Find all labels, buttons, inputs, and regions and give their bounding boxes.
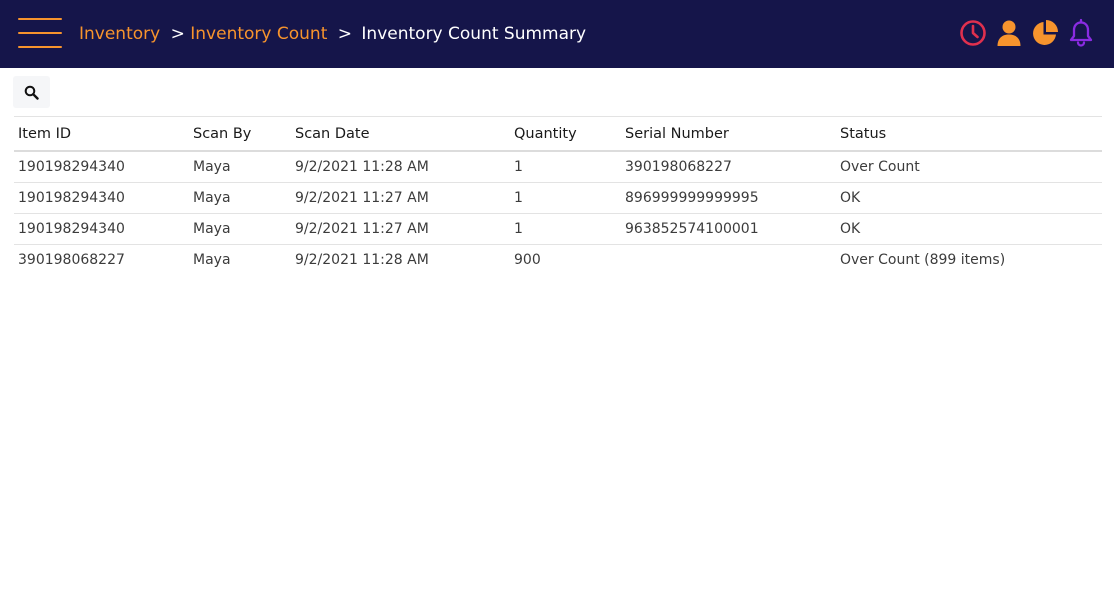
column-header-scan-by[interactable]: Scan By [189, 116, 291, 152]
table-row[interactable]: 190198294340 Maya 9/2/2021 11:27 AM 1 89… [14, 182, 1102, 214]
breadcrumb: Inventory > Inventory Count > Inventory … [79, 22, 586, 46]
breadcrumb-current: Inventory Count Summary [361, 24, 587, 44]
search-button[interactable] [13, 76, 50, 108]
hamburger-menu-icon[interactable] [18, 17, 62, 49]
inventory-count-summary-table: Item ID Scan By Scan Date Quantity Seria… [14, 116, 1102, 275]
top-navigation-bar: Inventory > Inventory Count > Inventory … [0, 0, 1114, 68]
cell-status: OK [836, 182, 1102, 214]
cell-status: OK [836, 213, 1102, 245]
cell-quantity: 1 [510, 213, 621, 245]
cell-item-id: 190198294340 [14, 182, 189, 214]
cell-quantity: 1 [510, 182, 621, 214]
cell-serial-number: 390198068227 [621, 151, 836, 183]
cell-status: Over Count [836, 151, 1102, 183]
breadcrumb-link-inventory-count[interactable]: Inventory Count [190, 24, 327, 44]
cell-scan-by: Maya [189, 213, 291, 245]
column-header-quantity[interactable]: Quantity [510, 116, 621, 152]
cell-quantity: 1 [510, 151, 621, 183]
cell-item-id: 190198294340 [14, 213, 189, 245]
cell-quantity: 900 [514, 252, 541, 268]
hamburger-line [18, 32, 62, 34]
breadcrumb-separator: > [337, 24, 353, 44]
cell-scan-date: 9/2/2021 11:27 AM [291, 213, 510, 245]
table-row[interactable]: 190198294340 Maya 9/2/2021 11:27 AM 1 96… [14, 213, 1102, 245]
clock-icon[interactable] [958, 18, 988, 48]
cell-item-id: 390198068227 [18, 252, 125, 268]
cell-serial-number: 963852574100001 [621, 213, 836, 245]
cell-scan-by: Maya [189, 151, 291, 183]
cell-scan-date: 9/2/2021 11:28 AM [291, 151, 510, 183]
search-icon [24, 85, 39, 100]
bell-icon[interactable] [1066, 18, 1096, 48]
cell-serial-number [621, 245, 836, 276]
hamburger-line [18, 18, 62, 20]
user-icon[interactable] [994, 18, 1024, 48]
cell-item-id: 190198294340 [14, 151, 189, 183]
breadcrumb-separator: > [170, 24, 185, 44]
table-row[interactable]: 390198068227 Maya 9/2/2021 11:28 AM 900 … [14, 245, 1102, 276]
cell-scan-date: 9/2/2021 11:27 AM [291, 182, 510, 214]
cell-scan-by: Maya [193, 252, 231, 268]
header-icon-group [958, 18, 1098, 50]
cell-serial-number: 896999999999995 [621, 182, 836, 214]
hamburger-line [18, 46, 62, 48]
breadcrumb-link-inventory[interactable]: Inventory [79, 24, 160, 44]
table-row[interactable]: 190198294340 Maya 9/2/2021 11:28 AM 1 39… [14, 151, 1102, 183]
cell-scan-by: Maya [189, 182, 291, 214]
column-header-serial-number[interactable]: Serial Number [621, 116, 836, 152]
cell-scan-date: 9/2/2021 11:28 AM [295, 252, 429, 268]
column-header-item-id[interactable]: Item ID [14, 116, 189, 152]
column-header-status[interactable]: Status [836, 116, 1102, 152]
table-header-row: Item ID Scan By Scan Date Quantity Seria… [14, 116, 1102, 152]
column-header-scan-date[interactable]: Scan Date [291, 116, 510, 152]
pie-chart-icon[interactable] [1030, 18, 1060, 48]
cell-status: Over Count (899 items) [840, 252, 1006, 268]
